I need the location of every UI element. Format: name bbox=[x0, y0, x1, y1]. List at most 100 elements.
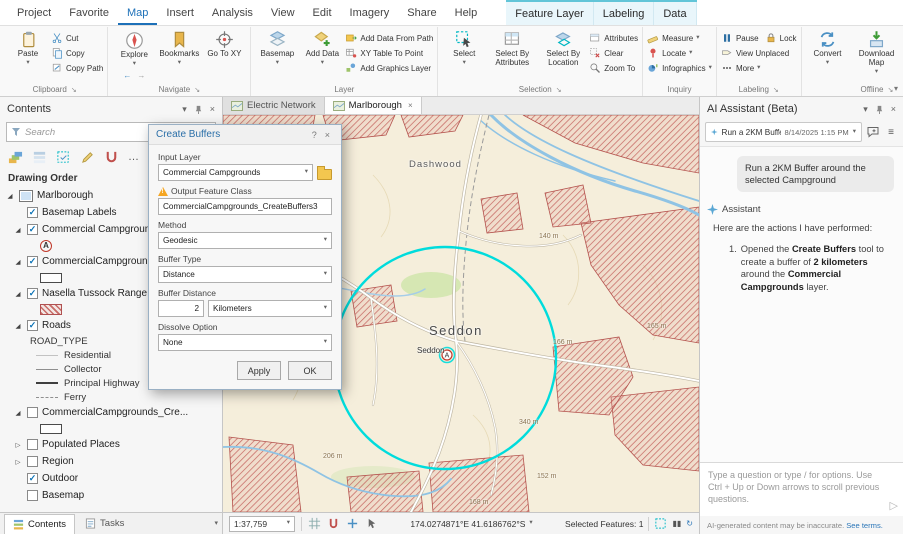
data-source-icon[interactable] bbox=[32, 150, 47, 165]
pin-icon[interactable] bbox=[194, 105, 203, 114]
close-tab-icon[interactable]: × bbox=[408, 101, 413, 110]
grid-icon[interactable] bbox=[308, 517, 321, 530]
add-graphics-layer-button[interactable]: Add Graphics Layer bbox=[345, 62, 433, 74]
send-icon[interactable]: ▷ bbox=[890, 499, 898, 512]
tab-edit[interactable]: Edit bbox=[304, 0, 341, 25]
layer-row-basemap[interactable]: Basemap bbox=[0, 487, 222, 504]
expander-icon[interactable]: ◢ bbox=[13, 409, 23, 417]
tab-tasks[interactable]: Tasks bbox=[77, 514, 132, 534]
tab-help[interactable]: Help bbox=[446, 0, 487, 25]
layer-row-buffer-output-2[interactable]: ◢ CommercialCampgrounds_Cre... bbox=[0, 404, 222, 421]
layer-checkbox[interactable] bbox=[27, 456, 38, 467]
snapping-icon[interactable] bbox=[104, 150, 119, 165]
infographics-button[interactable]: Infographics ▾ bbox=[647, 62, 712, 74]
layer-row-region[interactable]: ▷ Region bbox=[0, 453, 222, 470]
basemap-button[interactable]: Basemap ▾ bbox=[255, 29, 299, 67]
tab-project[interactable]: Project bbox=[8, 0, 60, 25]
buffer-unit-combo[interactable]: Kilometers▾ bbox=[208, 300, 332, 317]
view-tab-marlborough[interactable]: Marlborough × bbox=[325, 97, 422, 114]
scale-combo[interactable]: 1:37,759 ▾ bbox=[229, 516, 295, 532]
more-options-icon[interactable]: … bbox=[128, 151, 139, 163]
convert-button[interactable]: Convert ▾ bbox=[806, 29, 850, 67]
expander-icon[interactable]: ◢ bbox=[5, 192, 15, 200]
clear-button[interactable]: Clear bbox=[589, 47, 638, 59]
menu-icon[interactable]: ≡ bbox=[884, 125, 898, 139]
next-extent-button[interactable]: → bbox=[137, 71, 145, 80]
expander-icon[interactable]: ◢ bbox=[13, 322, 23, 330]
coordinates-display[interactable]: 174.0274871°E 41.6186762°S ▾ bbox=[410, 519, 532, 529]
pin-icon[interactable] bbox=[875, 105, 884, 114]
buffer-distance-input[interactable]: 2 bbox=[158, 300, 204, 317]
expander-icon[interactable]: ◢ bbox=[13, 290, 23, 298]
tab-insert[interactable]: Insert bbox=[157, 0, 203, 25]
layer-checkbox[interactable]: ✓ bbox=[27, 473, 38, 484]
expander-icon[interactable]: ◢ bbox=[13, 258, 23, 266]
tab-labeling[interactable]: Labeling bbox=[594, 2, 655, 25]
tab-analysis[interactable]: Analysis bbox=[203, 0, 262, 25]
measure-button[interactable]: Measure ▾ bbox=[647, 32, 712, 44]
copy-path-button[interactable]: Copy Path bbox=[51, 62, 103, 74]
attributes-button[interactable]: Attributes bbox=[589, 32, 638, 44]
pause-labeling-button[interactable]: Pause bbox=[721, 32, 759, 44]
previous-extent-button[interactable]: ← bbox=[123, 71, 131, 80]
ok-button[interactable]: OK bbox=[288, 361, 332, 380]
help-icon[interactable]: ? bbox=[308, 130, 321, 140]
copy-button[interactable]: Copy bbox=[51, 47, 103, 59]
download-map-button[interactable]: Download Map ▾ bbox=[851, 29, 903, 76]
refresh-map-button[interactable]: ↻ bbox=[686, 519, 693, 528]
cut-button[interactable]: Cut bbox=[51, 32, 103, 44]
input-layer-combo[interactable]: Commercial Campgrounds ▾ bbox=[158, 164, 313, 181]
new-chat-icon[interactable] bbox=[866, 125, 880, 139]
layer-row-outdoor[interactable]: ✓ Outdoor bbox=[0, 470, 222, 487]
add-point-icon[interactable] bbox=[346, 517, 359, 530]
tab-contents[interactable]: Contents bbox=[4, 514, 75, 534]
pause-drawing-button[interactable]: ▮▮ bbox=[672, 519, 681, 528]
layer-checkbox[interactable]: ✓ bbox=[27, 224, 38, 235]
chevron-down-icon[interactable]: ▾ bbox=[214, 520, 218, 527]
lock-labels-button[interactable]: Lock bbox=[765, 32, 797, 44]
layer-checkbox[interactable] bbox=[27, 490, 38, 501]
pane-menu-icon[interactable]: ▾ bbox=[863, 104, 868, 115]
select-button[interactable]: Select ▾ bbox=[442, 29, 486, 67]
layer-checkbox[interactable] bbox=[27, 439, 38, 450]
selection-list-icon[interactable] bbox=[56, 150, 71, 165]
add-data-button[interactable]: Add Data ▾ bbox=[300, 29, 344, 67]
select-by-attributes-button[interactable]: Select By Attributes bbox=[487, 29, 537, 69]
zoom-to-button[interactable]: Zoom To bbox=[589, 62, 638, 74]
collapse-ribbon-icon[interactable]: ▾ bbox=[894, 84, 898, 93]
tab-data[interactable]: Data bbox=[654, 2, 696, 25]
close-pane-icon[interactable]: × bbox=[210, 104, 215, 114]
layer-checkbox[interactable]: ✓ bbox=[27, 288, 38, 299]
pane-menu-icon[interactable]: ▾ bbox=[182, 104, 187, 115]
layer-row-populated-places[interactable]: ▷ Populated Places bbox=[0, 436, 222, 453]
expander-icon[interactable]: ▷ bbox=[13, 458, 23, 466]
tab-share[interactable]: Share bbox=[398, 0, 445, 25]
magnet-icon[interactable] bbox=[327, 517, 340, 530]
paste-button[interactable]: Paste ▾ bbox=[6, 29, 50, 67]
close-dialog-icon[interactable]: × bbox=[321, 130, 334, 140]
add-data-from-path-button[interactable]: Add Data From Path bbox=[345, 32, 433, 44]
dialog-title-bar[interactable]: Create Buffers ? × bbox=[149, 125, 341, 145]
buffer-type-combo[interactable]: Distance▾ bbox=[158, 266, 332, 283]
method-combo[interactable]: Geodesic▾ bbox=[158, 232, 332, 249]
view-unplaced-button[interactable]: View Unplaced bbox=[721, 47, 797, 59]
expander-icon[interactable]: ▷ bbox=[13, 441, 23, 449]
browse-folder-icon[interactable] bbox=[317, 169, 332, 180]
tab-feature-layer[interactable]: Feature Layer bbox=[506, 2, 593, 25]
xy-table-to-point-button[interactable]: XY Table To Point bbox=[345, 47, 433, 59]
go-to-xy-button[interactable]: Go To XY bbox=[202, 29, 246, 60]
dialog-launcher-icon[interactable]: ↘ bbox=[773, 87, 779, 94]
close-pane-icon[interactable]: × bbox=[891, 104, 896, 114]
conversation-history-dropdown[interactable]: Run a 2KM Buffer arou... 8/14/2025 1:15 … bbox=[705, 122, 862, 142]
bookmarks-button[interactable]: Bookmarks ▾ bbox=[157, 29, 201, 67]
layer-checkbox[interactable] bbox=[27, 407, 38, 418]
pointer-icon[interactable] bbox=[365, 517, 378, 530]
expander-icon[interactable]: ◢ bbox=[13, 226, 23, 234]
view-tab-electric-network[interactable]: Electric Network bbox=[223, 97, 325, 114]
edit-icon[interactable] bbox=[80, 150, 95, 165]
selection-badge-icon[interactable] bbox=[654, 517, 667, 530]
tab-view[interactable]: View bbox=[262, 0, 304, 25]
locate-button[interactable]: Locate ▾ bbox=[647, 47, 712, 59]
dialog-launcher-icon[interactable]: ↘ bbox=[556, 87, 562, 94]
apply-button[interactable]: Apply bbox=[237, 361, 281, 380]
